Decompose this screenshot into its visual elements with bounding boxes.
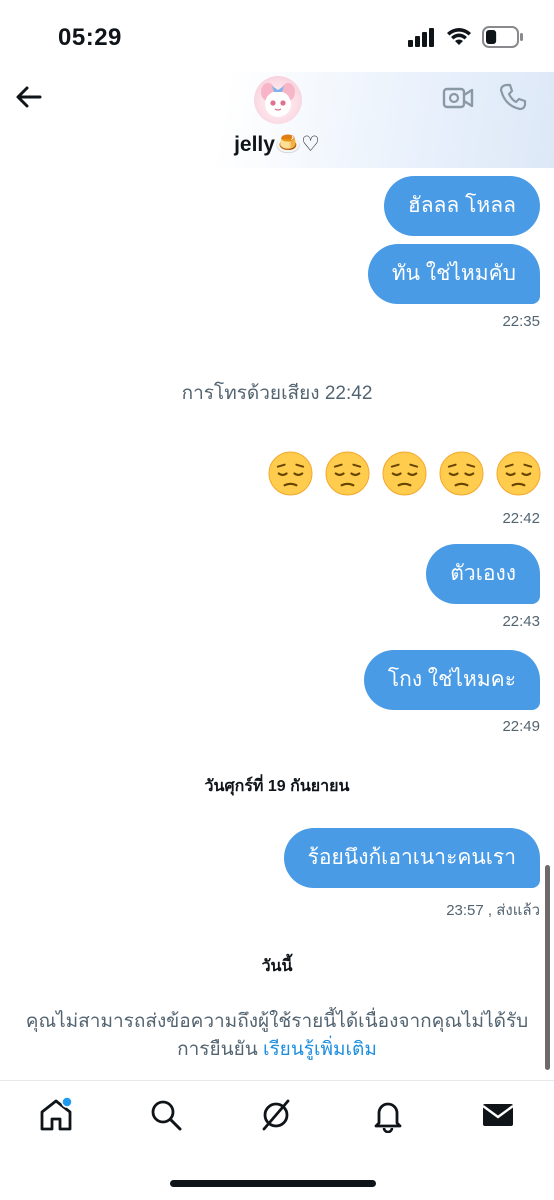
- pensive-face-emoji: [324, 450, 371, 502]
- battery-icon: [482, 26, 523, 48]
- pensive-face-emoji: [267, 450, 314, 502]
- wifi-icon: [447, 28, 471, 45]
- pensive-face-emoji: [381, 450, 428, 502]
- message-bubble[interactable]: ตัวเองง: [426, 544, 540, 604]
- notice-text: คุณไม่สามารถส่งข้อความถึงผู้ใช้รายนี้ได้…: [25, 1011, 529, 1032]
- cannot-message-notice: คุณไม่สามารถส่งข้อความถึงผู้ใช้รายนี้ได้…: [0, 1008, 554, 1064]
- home-indicator[interactable]: [170, 1180, 376, 1187]
- video-call-icon[interactable]: [442, 84, 474, 112]
- message-timestamp: 22:49: [502, 718, 540, 735]
- pensive-face-emoji: [438, 450, 485, 502]
- conversation-header: jelly🍮♡: [0, 72, 554, 168]
- message-timestamp: 22:43: [502, 613, 540, 630]
- status-time: 05:29: [58, 24, 122, 51]
- user-name-emoji: 🍮♡: [274, 133, 320, 156]
- search-icon[interactable]: [148, 1097, 184, 1133]
- date-separator: วันนี้: [261, 958, 293, 975]
- message-thread[interactable]: ฮัลลล โหลล ทัน ใช่ไหมคับ 22:35 การโทรด้ว…: [0, 168, 554, 1080]
- avatar-image: [261, 83, 295, 117]
- notification-dot: [61, 1097, 73, 1108]
- pensive-face-emoji: [495, 450, 542, 502]
- notice-text-2: การยืนยัน: [177, 1039, 258, 1060]
- scrollbar[interactable]: [545, 865, 550, 1070]
- avatar[interactable]: [254, 76, 302, 124]
- mail-icon[interactable]: [480, 1097, 516, 1133]
- user-name: jelly: [234, 133, 275, 156]
- message-timestamp: 22:35: [502, 313, 540, 330]
- back-arrow-icon[interactable]: [14, 82, 44, 112]
- learn-more-link[interactable]: เรียนรู้เพิ่มเติม: [263, 1039, 377, 1060]
- message-timestamp: 22:42: [502, 510, 540, 527]
- signal-icon: [408, 28, 434, 47]
- message-timestamp: 23:57 , ส่งแล้ว: [446, 902, 540, 919]
- message-bubble[interactable]: ฮัลลล โหลล: [383, 176, 540, 236]
- voice-call-notice[interactable]: การโทรด้วยเสียง 22:42: [0, 378, 554, 408]
- date-separator: วันศุกร์ที่ 19 กันยายน: [204, 778, 350, 795]
- status-icons: [408, 26, 524, 48]
- grok-icon[interactable]: [258, 1097, 294, 1133]
- emoji-message[interactable]: [267, 450, 542, 502]
- message-bubble[interactable]: ทัน ใช่ไหมคับ: [367, 244, 540, 304]
- home-icon[interactable]: [38, 1097, 74, 1133]
- message-bubble[interactable]: โกง ใช่ไหมคะ: [363, 650, 540, 710]
- conversation-title[interactable]: jelly🍮♡: [0, 132, 554, 157]
- bell-icon[interactable]: [370, 1097, 406, 1133]
- message-bubble[interactable]: ร้อยนึงก้เอาเนาะคนเรา: [283, 828, 540, 888]
- status-bar: 05:29: [0, 0, 554, 72]
- phone-icon[interactable]: [498, 82, 528, 112]
